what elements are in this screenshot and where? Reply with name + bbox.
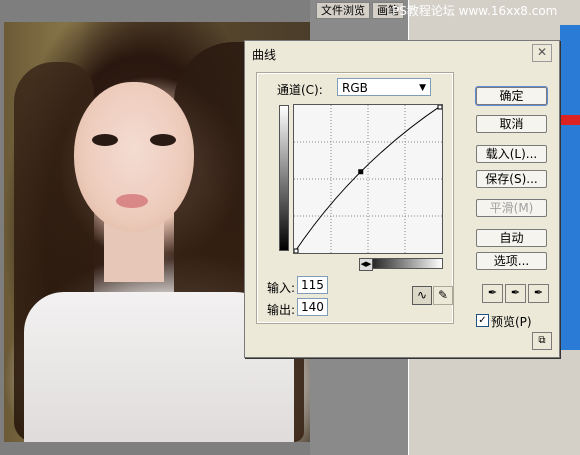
channel-value: RGB: [342, 81, 368, 95]
curves-dialog: 曲线 ✕ 通道(C): RGB ▼ ◀▶ 输入: 115 输出: 140 ∿ ✎…: [244, 40, 560, 358]
image-eye-right: [150, 134, 176, 146]
auto-button[interactable]: 自动: [476, 229, 547, 247]
gradient-toggle-icon[interactable]: ◀▶: [359, 258, 373, 271]
output-label: 输出:: [267, 303, 296, 317]
input-field[interactable]: 115: [297, 276, 328, 294]
curve-endpoint-white[interactable]: [437, 104, 443, 110]
black-eyedropper-icon[interactable]: ✒: [482, 284, 503, 303]
save-button[interactable]: 保存(S)...: [476, 170, 547, 188]
close-button[interactable]: ✕: [532, 44, 552, 62]
preview-checkbox[interactable]: ✓: [476, 314, 489, 327]
pencil-icon[interactable]: ✎: [433, 286, 453, 305]
curve-grid: [294, 105, 442, 253]
channel-select[interactable]: RGB ▼: [337, 78, 431, 96]
curve-graph[interactable]: [293, 104, 443, 254]
curve-tool-icon[interactable]: ∿: [412, 286, 432, 305]
dialog-titlebar[interactable]: 曲线 ✕: [245, 41, 559, 65]
chevron-down-icon: ▼: [419, 83, 426, 93]
channel-label: 通道(C):: [277, 83, 323, 97]
output-field[interactable]: 140: [297, 298, 328, 316]
options-button[interactable]: 选项...: [476, 252, 547, 270]
palette-red-swatch: [560, 115, 580, 125]
gray-eyedropper-icon[interactable]: ✒: [505, 284, 526, 303]
dialog-title: 曲线: [252, 48, 277, 62]
expand-icon[interactable]: ⧉: [532, 332, 552, 350]
output-gradient-bar: [279, 105, 289, 251]
close-icon: ✕: [536, 45, 548, 59]
image-lips: [116, 194, 148, 208]
input-label: 输入:: [267, 281, 296, 295]
white-eyedropper-icon[interactable]: ✒: [528, 284, 549, 303]
curve-endpoint-black[interactable]: [293, 248, 299, 254]
watermark-text: PS教程论坛 www.16xx8.com: [392, 4, 558, 18]
image-eye-left: [92, 134, 118, 146]
palette-blue-edge: [560, 25, 580, 350]
load-button[interactable]: 载入(L)...: [476, 145, 547, 163]
tab-file-browser[interactable]: 文件浏览: [316, 2, 370, 19]
preview-label: 预览(P): [491, 315, 532, 329]
curve-line[interactable]: [293, 104, 443, 254]
image-face: [74, 82, 194, 232]
smooth-button[interactable]: 平滑(M): [476, 199, 547, 217]
curve-svg: [293, 104, 443, 254]
curve-control-point[interactable]: [358, 169, 364, 175]
ok-button[interactable]: 确定: [475, 86, 548, 106]
cancel-button[interactable]: 取消: [476, 115, 547, 133]
